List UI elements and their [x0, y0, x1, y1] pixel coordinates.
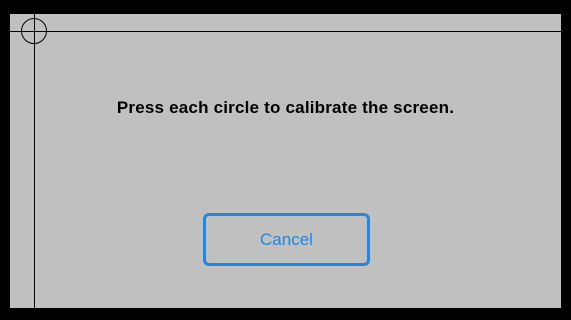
cancel-button[interactable]: Cancel — [203, 213, 370, 266]
crosshair-vertical-line — [34, 14, 35, 308]
crosshair-horizontal-line — [10, 31, 561, 32]
cancel-button-label: Cancel — [260, 229, 313, 249]
calibration-screen: Press each circle to calibrate the scree… — [10, 14, 561, 308]
calibration-target-icon[interactable] — [21, 18, 47, 44]
calibration-instruction: Press each circle to calibrate the scree… — [116, 98, 455, 117]
